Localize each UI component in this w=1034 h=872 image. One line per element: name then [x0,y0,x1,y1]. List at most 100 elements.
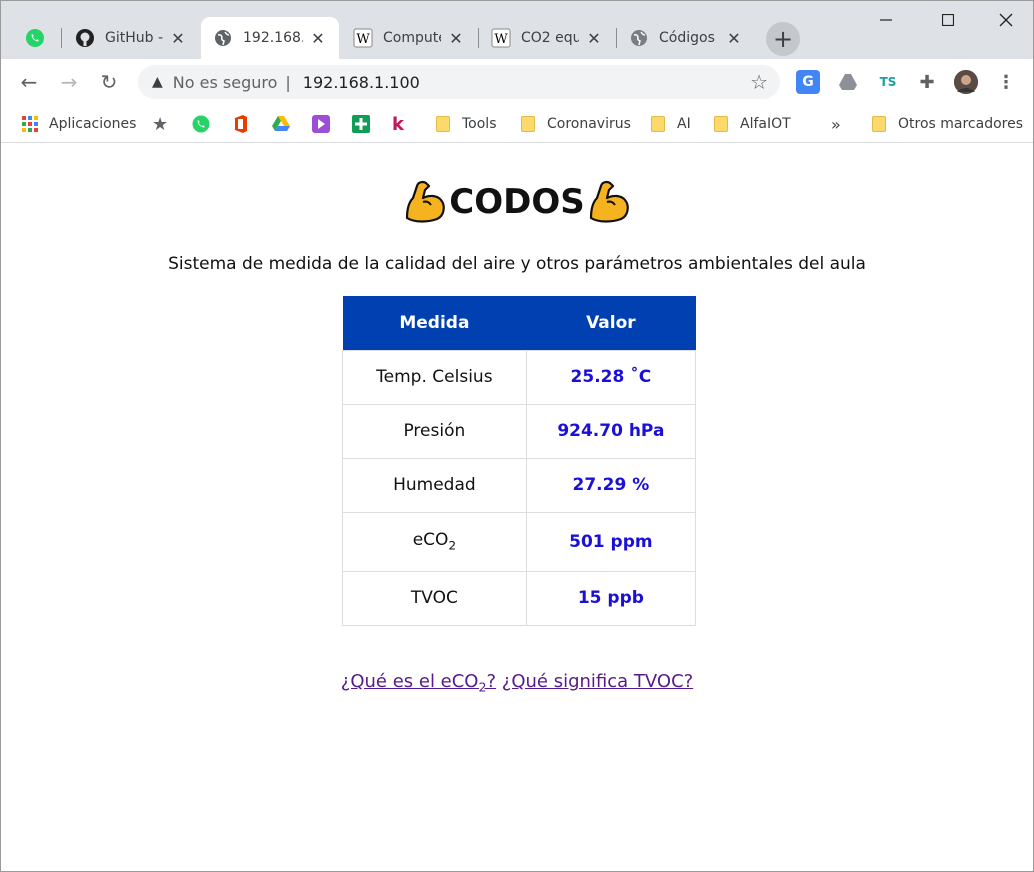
address-bar[interactable]: ▲ No es seguro | 192.168.1.100 ☆ [138,65,780,99]
url-text[interactable]: 192.168.1.100 [303,73,420,92]
eco2-info-link[interactable]: ¿Qué es el eCO2? [340,671,497,695]
bookmark-label: Tools [462,116,497,132]
browser-window: GitHub - ✕ 192.168.1 ✕ W Compute ✕ W CO2… [0,0,1034,872]
security-label[interactable]: No es seguro [173,73,278,92]
bookmark-app[interactable] [312,113,340,135]
tab-wikipedia-computer[interactable]: W Compute ✕ [341,17,477,59]
plus-tile-icon [352,115,370,133]
bookmark-label: AI [677,116,691,132]
close-icon[interactable]: ✕ [725,29,743,48]
table-row: Humedad 27.29 % [342,457,697,513]
tab-active-device[interactable]: 192.168.1 ✕ [201,17,339,59]
bookmark-office[interactable] [232,113,260,135]
tab-title: CO2 equ [521,30,579,46]
new-tab-button[interactable]: + [766,22,800,56]
flexed-biceps-icon [406,180,446,223]
link-text: ? [486,671,497,692]
bookmark-folder-other[interactable]: Otros marcadores [870,113,1023,135]
measure-label: Presión [342,403,527,459]
bookmark-folder-alfaiot[interactable]: AlfaIOT [712,113,791,135]
measure-label-main: eCO [412,530,449,551]
extension-icon[interactable]: TS [876,70,900,94]
bookmark-folder-ai[interactable]: AI [649,113,691,135]
measure-value: 501 ppm [525,511,697,572]
translate-extension-icon[interactable]: G [796,70,820,94]
maximize-icon [942,14,954,26]
reload-button[interactable]: ↻ [94,67,124,97]
globe-icon [213,28,233,48]
measure-value: 25.28 ˚C [525,349,697,405]
bookmark-label: Otros marcadores [898,116,1024,132]
globe-icon [629,28,649,48]
bookmarks-overflow-button[interactable]: » [831,113,841,135]
forward-button[interactable]: → [54,67,84,97]
tvoc-info-link[interactable]: ¿Qué significa TVOC? [502,671,693,692]
tab-title: 192.168.1 [243,30,303,46]
folder-icon [519,115,537,133]
link-subscript: 2 [478,679,487,695]
table-row: TVOC 15 ppb [342,570,697,626]
folder-icon [434,115,452,133]
bookmark-sheets[interactable] [352,113,380,135]
measure-value: 27.29 % [525,457,697,513]
close-icon[interactable]: ✕ [447,29,465,48]
minimize-button[interactable] [863,5,909,35]
measure-label-subscript: 2 [448,538,457,553]
star-icon[interactable]: ☆ [750,70,768,94]
warning-icon: ▲ [152,74,163,90]
tab-title: Compute [383,30,441,46]
bookmark-k-icon[interactable]: k [392,113,404,135]
info-links: ¿Qué es el eCO2? ¿Qué significa TVOC? [1,671,1033,695]
measure-label: TVOC [342,570,527,626]
drive-icon [272,115,290,133]
tab-codigos[interactable]: Códigos ✕ [617,17,755,59]
table-row: eCO2 501 ppm [342,511,697,572]
table-row: Temp. Celsius 25.28 ˚C [342,349,697,405]
puzzle-icon[interactable]: ✚ [915,70,939,94]
bookmarks-bar: Aplicaciones ★ k Tools Coronavirus AI Al… [1,105,1033,143]
measure-label: Temp. Celsius [342,349,527,405]
bookmark-whatsapp[interactable] [192,113,220,135]
page-title: CODOS [1,178,1033,226]
divider: | [285,72,291,92]
bookmark-folder-coronavirus[interactable]: Coronavirus [519,113,631,135]
arrow-right-icon: → [60,70,78,94]
svg-text:W: W [494,32,508,47]
arrow-left-icon: ← [20,70,38,94]
close-icon[interactable]: ✕ [169,29,187,48]
table-row: Presión 924.70 hPa [342,403,697,459]
back-button[interactable]: ← [14,67,44,97]
plus-icon: + [772,25,794,53]
folder-icon [870,115,888,133]
column-header: Medida [342,296,527,350]
bookmark-label: Aplicaciones [49,116,137,132]
bookmark-apps[interactable]: Aplicaciones [21,113,136,135]
close-icon[interactable]: ✕ [585,29,603,48]
close-icon [999,13,1013,27]
close-icon[interactable]: ✕ [309,29,327,48]
folder-icon [712,115,730,133]
tab-whatsapp[interactable] [13,17,59,59]
minimize-icon [880,19,892,21]
close-window-button[interactable] [983,5,1029,35]
avatar[interactable] [954,70,978,94]
page-content: CODOS Sistema de medida de la calidad de… [1,144,1033,871]
tab-separator [61,28,62,48]
drive-extension-icon[interactable] [836,70,860,94]
tab-strip: GitHub - ✕ 192.168.1 ✕ W Compute ✕ W CO2… [1,1,1033,59]
tab-github[interactable]: GitHub - ✕ [63,17,199,59]
menu-icon[interactable]: ⋮ [994,70,1018,94]
tab-wikipedia-co2[interactable]: W CO2 equ ✕ [479,17,615,59]
measure-label: eCO2 [342,511,527,572]
github-icon [75,28,95,48]
reload-icon: ↻ [100,70,118,94]
link-text: ¿Qué es el eCO [340,671,479,692]
bookmark-star-icon[interactable]: ★ [152,113,168,135]
tab-title: GitHub - [105,30,163,46]
bookmark-drive[interactable] [272,113,300,135]
bookmark-folder-tools[interactable]: Tools [434,113,497,135]
measurements-table: Medida Valor Temp. Celsius 25.28 ˚C Pres… [342,296,697,626]
maximize-button[interactable] [925,5,971,35]
folder-icon [649,115,667,133]
bookmark-label: AlfaIOT [740,116,791,132]
